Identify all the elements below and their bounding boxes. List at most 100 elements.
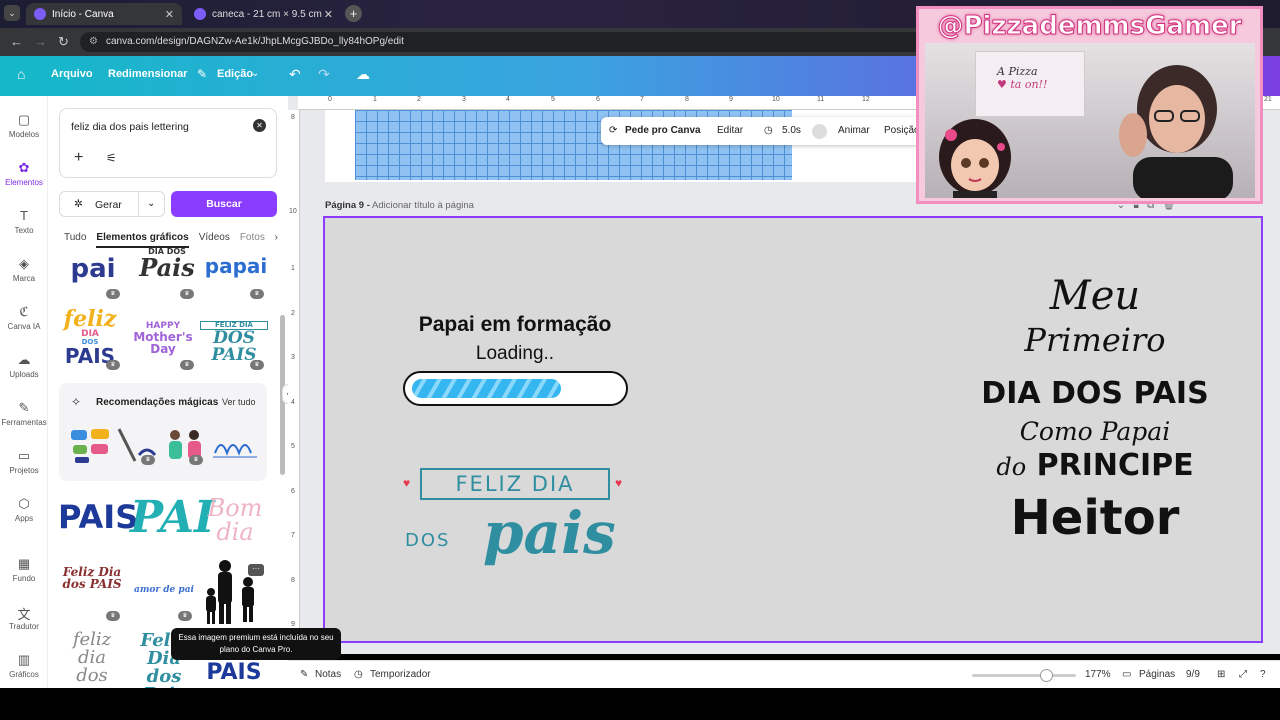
- help-icon[interactable]: ?: [1260, 669, 1266, 680]
- rail-label: Marca: [12, 274, 36, 283]
- design-page[interactable]: Papai em formação Loading.. ♥ ♥ FELIZ DI…: [323, 216, 1263, 643]
- chevron-down-icon[interactable]: ⌄: [251, 68, 259, 79]
- chevron-down-icon[interactable]: ⌄: [147, 198, 155, 209]
- rail-item-fundo[interactable]: ▦ Fundo: [0, 556, 48, 583]
- rail-item-texto[interactable]: T Texto: [0, 208, 48, 235]
- search-input[interactable]: feliz dia dos pais lettering: [71, 121, 189, 133]
- search-box[interactable]: feliz dia dos pais lettering ✕ + ⚟: [59, 108, 277, 178]
- text-dia-dos-pais[interactable]: DIA DOS PAIS: [925, 376, 1265, 411]
- filter-icon[interactable]: ⚟: [106, 151, 117, 165]
- see-all-link[interactable]: Ver tudo: [222, 397, 256, 407]
- generate-button[interactable]: ✲ Gerar ⌄: [59, 191, 165, 217]
- new-tab-button[interactable]: +: [345, 5, 362, 22]
- grid-view-icon[interactable]: ⊞: [1217, 669, 1225, 680]
- streamer-person: [1119, 65, 1233, 198]
- tab-elementos-graficos[interactable]: Elementos gráficos: [96, 232, 189, 248]
- zoom-slider-thumb[interactable]: [1040, 669, 1053, 682]
- rail-item-marca[interactable]: ◈ Marca: [0, 256, 48, 283]
- close-tab-icon[interactable]: ✕: [165, 8, 174, 21]
- forward-icon[interactable]: →: [34, 34, 47, 49]
- text-do-principe[interactable]: do PRINCIPE: [925, 448, 1265, 483]
- graphic-text: Feliz Dia dos PAIS: [62, 565, 122, 591]
- site-info-icon[interactable]: ⚙: [89, 32, 98, 52]
- graphic-pais-bottom[interactable]: PAIS: [200, 662, 268, 684]
- ruler-tick: 8: [291, 577, 295, 584]
- color-swatch[interactable]: [812, 124, 827, 139]
- notes-button[interactable]: Notas: [315, 669, 341, 680]
- tab-fotos[interactable]: Fotos: [240, 232, 265, 243]
- rail-item-tradutor[interactable]: 文 Tradutor: [0, 604, 48, 631]
- tab-videos[interactable]: Vídeos: [199, 232, 230, 243]
- tab-tudo[interactable]: Tudo: [64, 232, 86, 243]
- ask-canva-button[interactable]: Pede pro Canva: [625, 125, 701, 136]
- graphic-feliz-dia-dos-pais-teal[interactable]: FELIZ DIA DOS PAIS: [200, 321, 268, 364]
- graphic-feliz-dia-dos[interactable]: feliz dia dos: [62, 631, 122, 685]
- pages-button[interactable]: Páginas: [1139, 669, 1175, 680]
- browser-tab-inicio[interactable]: Início - Canva ✕: [26, 3, 182, 25]
- duration-button[interactable]: 5.0s: [782, 125, 801, 136]
- tab-search-icon[interactable]: ⌄: [4, 5, 20, 21]
- chevron-right-icon[interactable]: ›: [275, 232, 278, 243]
- rail-item-canva-ia[interactable]: ℭ Canva IA: [0, 304, 48, 331]
- fullscreen-icon[interactable]: ⤢: [1239, 669, 1247, 680]
- reload-icon[interactable]: ↻: [58, 34, 69, 50]
- graphic-pai-teal[interactable]: PAI: [130, 496, 215, 540]
- menu-arquivo[interactable]: Arquivo: [51, 68, 93, 80]
- page-title[interactable]: Página 9 - Adicionar título à página: [325, 200, 474, 211]
- graphic-pais-bold[interactable]: PAIS: [58, 501, 138, 533]
- rail-item-elementos[interactable]: ✿ Elementos: [0, 160, 48, 187]
- rail-item-apps[interactable]: ⬡ Apps: [0, 496, 48, 523]
- feliz-dia-dos-pais-graphic[interactable]: ♥ ♥ FELIZ DIA DOS pais: [403, 468, 630, 580]
- sign-text: A Pizza ♥ ta on!!: [997, 65, 1047, 91]
- search-button[interactable]: Buscar: [171, 191, 277, 217]
- page-count[interactable]: 9/9: [1186, 669, 1200, 680]
- graphic-papai[interactable]: papai: [200, 256, 272, 276]
- text-loading[interactable]: Loading..: [375, 343, 655, 365]
- clear-search-icon[interactable]: ✕: [253, 119, 266, 132]
- rail-item-ferramentas[interactable]: ✎ Ferramentas: [0, 400, 48, 427]
- graphic-pai[interactable]: pai: [60, 256, 126, 282]
- rail-label: Modelos: [8, 130, 40, 139]
- edit-button[interactable]: Editar: [717, 125, 743, 136]
- magic-thumb-speech[interactable]: [69, 427, 111, 465]
- animate-button[interactable]: Animar: [838, 125, 870, 136]
- graphic-amor-de-pai[interactable]: amor de pai: [128, 586, 200, 595]
- text-meu[interactable]: Meu: [925, 273, 1265, 319]
- rail-item-graficos[interactable]: ▥ Gráficos: [0, 652, 48, 679]
- graphic-happy-mothers-day[interactable]: HAPPY Mother's Day: [128, 322, 198, 356]
- text-heitor[interactable]: Heitor: [925, 490, 1265, 546]
- menu-edicao[interactable]: Edição: [217, 68, 253, 80]
- text-papai-em-formacao[interactable]: Papai em formação: [375, 313, 655, 337]
- rail-item-uploads[interactable]: ☁ Uploads: [0, 352, 48, 379]
- back-icon[interactable]: ←: [10, 34, 23, 49]
- redo-icon[interactable]: ↷: [318, 66, 330, 83]
- position-button[interactable]: Posição: [884, 125, 920, 136]
- more-options-icon[interactable]: ···: [248, 564, 264, 576]
- cloud-save-icon[interactable]: ☁: [356, 66, 370, 83]
- rail-item-projetos[interactable]: ▭ Projetos: [0, 448, 48, 475]
- zoom-slider[interactable]: [972, 674, 1076, 677]
- charts-icon: ▥: [17, 652, 31, 667]
- home-icon[interactable]: ⌂: [17, 66, 25, 82]
- graphic-dia-dos-pais[interactable]: DIA DOS Pais: [134, 248, 200, 280]
- close-tab-icon[interactable]: ✕: [324, 8, 333, 21]
- undo-icon[interactable]: ↶: [289, 66, 301, 83]
- text-como-papai[interactable]: Como Papai: [925, 417, 1265, 446]
- loading-progress-bar[interactable]: [403, 371, 628, 406]
- add-page-title[interactable]: Adicionar título à página: [372, 200, 474, 211]
- graphic-feliz-dia-dos-pais[interactable]: feliz DIA DOS PAIS: [60, 308, 120, 366]
- tab-title: Início - Canva: [52, 8, 114, 20]
- add-icon[interactable]: +: [74, 149, 83, 167]
- timer-button[interactable]: Temporizador: [370, 669, 431, 680]
- text-primeiro[interactable]: Primeiro: [925, 321, 1265, 359]
- rail-item-modelos[interactable]: ▢ Modelos: [0, 112, 48, 139]
- premium-crown-icon: ♛: [180, 360, 194, 370]
- ruler-tick: 0: [328, 96, 332, 103]
- graphic-feliz-dia-pais-script[interactable]: Feliz Dia dos PAIS: [62, 566, 122, 590]
- graphic-bom-dia[interactable]: Bom dia: [200, 496, 270, 544]
- premium-crown-icon: ♛: [180, 289, 194, 299]
- magic-thumb-lettering[interactable]: [211, 429, 259, 465]
- zoom-level[interactable]: 177%: [1085, 669, 1111, 680]
- browser-tab-caneca[interactable]: caneca - 21 cm × 9.5 cm ✕: [186, 3, 341, 25]
- menu-redimensionar[interactable]: Redimensionar: [108, 68, 187, 80]
